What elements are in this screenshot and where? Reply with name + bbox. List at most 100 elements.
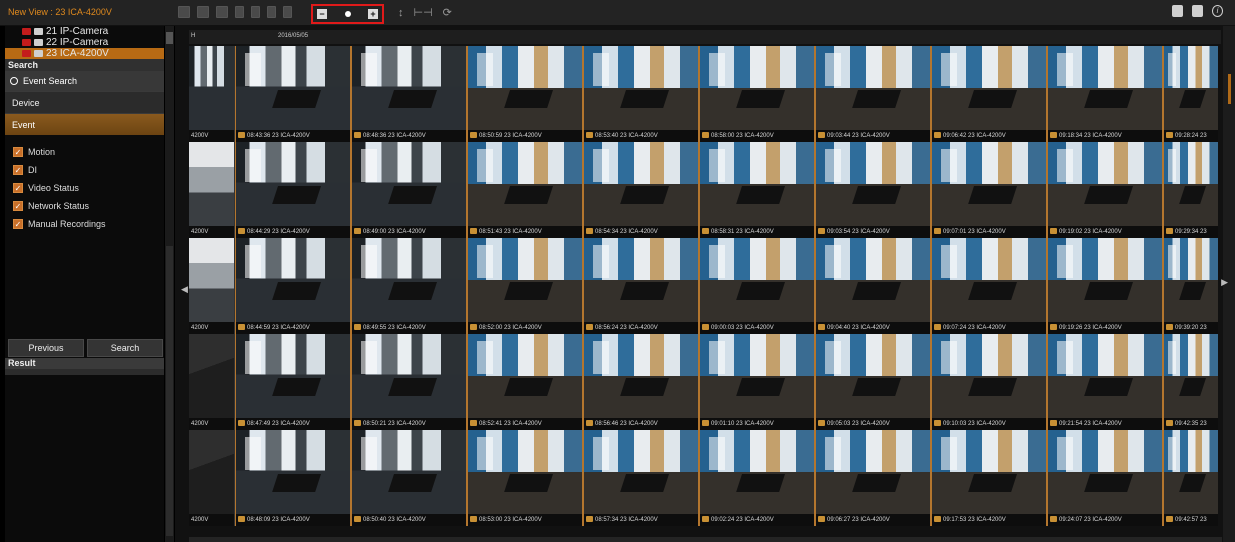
tab-event[interactable]: Event — [5, 113, 164, 135]
checkbox[interactable]: ✓ — [13, 201, 23, 211]
event-search-row[interactable]: Event Search — [5, 71, 164, 91]
left-panel-scrollbar[interactable] — [165, 26, 174, 542]
info-icon[interactable]: i — [1212, 5, 1223, 17]
event-thumbnail[interactable]: 08:44:29 23 ICA-4200V — [235, 142, 351, 238]
event-thumbnail[interactable]: 09:06:42 23 ICA-4200V — [931, 46, 1047, 142]
tab-device[interactable]: Device — [5, 91, 164, 113]
event-thumbnail[interactable]: 09:03:44 23 ICA-4200V — [815, 46, 931, 142]
previous-page-arrow-icon[interactable]: ◀ — [181, 284, 188, 295]
zoom-slider-handle[interactable] — [344, 11, 351, 17]
checkbox[interactable]: ✓ — [13, 147, 23, 157]
checkbox[interactable]: ✓ — [13, 165, 23, 175]
event-thumbnail[interactable]: 08:51:43 23 ICA-4200V — [467, 142, 583, 238]
checkbox[interactable]: ✓ — [13, 183, 23, 193]
desk-shape — [1083, 185, 1134, 205]
document-icon[interactable] — [1192, 5, 1203, 17]
zoom-out-button[interactable]: − — [317, 9, 327, 19]
event-thumbnail[interactable]: 08:57:34 23 ICA-4200V — [583, 430, 699, 526]
search-button[interactable]: Search — [87, 339, 163, 357]
thumbnail-label: 08:43:36 23 ICA-4200V — [236, 130, 350, 142]
play-icon[interactable] — [235, 6, 244, 18]
event-thumbnail[interactable]: 09:07:01 23 ICA-4200V — [931, 142, 1047, 238]
event-thumbnail[interactable]: 08:47:49 23 ICA-4200V — [235, 334, 351, 430]
quad-layout-icon[interactable] — [197, 6, 209, 18]
camera-item[interactable]: 21 IP-Camera — [5, 26, 164, 37]
event-type-video-status[interactable]: ✓ Video Status — [5, 179, 164, 197]
motion-event-icon — [702, 420, 709, 426]
event-thumbnail[interactable]: 08:52:41 23 ICA-4200V — [467, 334, 583, 430]
event-thumbnail[interactable]: 09:42:57 23 — [1163, 430, 1218, 526]
thumbnail-timestamp: 08:44:59 23 ICA-4200V — [247, 325, 310, 331]
event-thumbnail[interactable]: 08:52:00 23 ICA-4200V — [467, 238, 583, 334]
event-thumbnail[interactable]: 09:06:27 23 ICA-4200V — [815, 430, 931, 526]
print-icon[interactable] — [283, 6, 292, 18]
event-thumbnail[interactable]: 09:17:53 23 ICA-4200V — [931, 430, 1047, 526]
event-thumbnail[interactable]: 08:58:00 23 ICA-4200V — [699, 46, 815, 142]
event-thumbnail[interactable]: 09:00:03 23 ICA-4200V — [699, 238, 815, 334]
motion-event-icon — [1050, 420, 1057, 426]
fit-width-icon[interactable]: ⊢⊣ — [414, 6, 433, 19]
scrollbar-thumb[interactable] — [166, 246, 173, 536]
event-thumbnail[interactable]: 09:21:54 23 ICA-4200V — [1047, 334, 1163, 430]
previous-button[interactable]: Previous — [8, 339, 84, 357]
scroll-up-icon[interactable] — [166, 32, 173, 44]
event-thumbnail[interactable]: 09:19:26 23 ICA-4200V — [1047, 238, 1163, 334]
event-thumbnail[interactable]: 09:28:24 23 — [1163, 46, 1218, 142]
event-thumbnail[interactable]: 08:58:31 23 ICA-4200V — [699, 142, 815, 238]
partial-thumbnail[interactable]: 4200V — [189, 430, 235, 526]
event-thumbnail[interactable]: 08:54:34 23 ICA-4200V — [583, 142, 699, 238]
camera-item-selected[interactable]: 23 ICA-4200V — [5, 48, 164, 59]
event-thumbnail[interactable]: 08:50:40 23 ICA-4200V — [351, 430, 467, 526]
event-type-manual-recordings[interactable]: ✓ Manual Recordings — [5, 215, 164, 233]
event-thumbnail[interactable]: 08:49:55 23 ICA-4200V — [351, 238, 467, 334]
event-thumbnail[interactable]: 08:49:00 23 ICA-4200V — [351, 142, 467, 238]
partial-thumbnail[interactable]: 4200V — [189, 46, 235, 142]
event-type-motion[interactable]: ✓ Motion — [5, 143, 164, 161]
event-thumbnail[interactable]: 08:53:40 23 ICA-4200V — [583, 46, 699, 142]
partial-thumbnail[interactable]: 4200V — [189, 142, 235, 238]
event-thumbnail[interactable]: 09:39:20 23 — [1163, 238, 1218, 334]
thumbnail-image — [1164, 430, 1218, 514]
event-thumbnail[interactable]: 09:19:02 23 ICA-4200V — [1047, 142, 1163, 238]
event-thumbnail[interactable]: 09:18:34 23 ICA-4200V — [1047, 46, 1163, 142]
next-page-arrow-icon[interactable]: ▶ — [1221, 277, 1228, 288]
event-thumbnail[interactable]: 08:44:59 23 ICA-4200V — [235, 238, 351, 334]
event-thumbnail[interactable]: 08:53:00 23 ICA-4200V — [467, 430, 583, 526]
single-layout-icon[interactable] — [178, 6, 190, 18]
event-thumbnail[interactable]: 08:56:46 23 ICA-4200V — [583, 334, 699, 430]
timeline-date: 2016/05/05 — [278, 33, 309, 39]
horizontal-scrollbar[interactable] — [189, 537, 1222, 542]
motion-event-icon — [818, 420, 825, 426]
event-thumbnail[interactable]: 09:05:03 23 ICA-4200V — [815, 334, 931, 430]
thumbnail-timestamp: 08:52:00 23 ICA-4200V — [479, 325, 542, 331]
settings-icon[interactable] — [1172, 5, 1183, 17]
event-thumbnail[interactable]: 08:43:36 23 ICA-4200V — [235, 46, 351, 142]
event-thumbnail[interactable]: 09:42:35 23 — [1163, 334, 1218, 430]
event-thumbnail[interactable]: 08:50:59 23 ICA-4200V — [467, 46, 583, 142]
thumbnail-timestamp: 08:56:46 23 ICA-4200V — [595, 421, 658, 427]
event-thumbnail[interactable]: 08:56:24 23 ICA-4200V — [583, 238, 699, 334]
checkbox[interactable]: ✓ — [13, 219, 23, 229]
partial-thumbnail[interactable]: 4200V — [189, 238, 235, 334]
event-thumbnail[interactable]: 08:48:36 23 ICA-4200V — [351, 46, 467, 142]
export-icon[interactable] — [251, 6, 260, 18]
event-thumbnail[interactable]: 09:24:07 23 ICA-4200V — [1047, 430, 1163, 526]
event-thumbnail[interactable]: 08:48:09 23 ICA-4200V — [235, 430, 351, 526]
zoom-in-button[interactable]: + — [368, 9, 378, 19]
partial-thumbnail[interactable]: 4200V — [189, 334, 235, 430]
refresh-icon[interactable]: ⟳ — [443, 6, 452, 19]
event-thumbnail[interactable]: 09:10:03 23 ICA-4200V — [931, 334, 1047, 430]
event-type-network-status[interactable]: ✓ Network Status — [5, 197, 164, 215]
recording-badge-icon — [22, 39, 31, 46]
bookmark-icon[interactable] — [267, 6, 276, 18]
event-type-di[interactable]: ✓ DI — [5, 161, 164, 179]
event-thumbnail[interactable]: 09:03:54 23 ICA-4200V — [815, 142, 931, 238]
camera-item[interactable]: 22 IP-Camera — [5, 37, 164, 48]
event-thumbnail[interactable]: 09:07:24 23 ICA-4200V — [931, 238, 1047, 334]
event-thumbnail[interactable]: 09:01:10 23 ICA-4200V — [699, 334, 815, 430]
event-thumbnail[interactable]: 09:04:40 23 ICA-4200V — [815, 238, 931, 334]
event-thumbnail[interactable]: 08:50:21 23 ICA-4200V — [351, 334, 467, 430]
multi-layout-icon[interactable] — [216, 6, 228, 18]
event-thumbnail[interactable]: 09:29:34 23 — [1163, 142, 1218, 238]
event-thumbnail[interactable]: 09:02:24 23 ICA-4200V — [699, 430, 815, 526]
